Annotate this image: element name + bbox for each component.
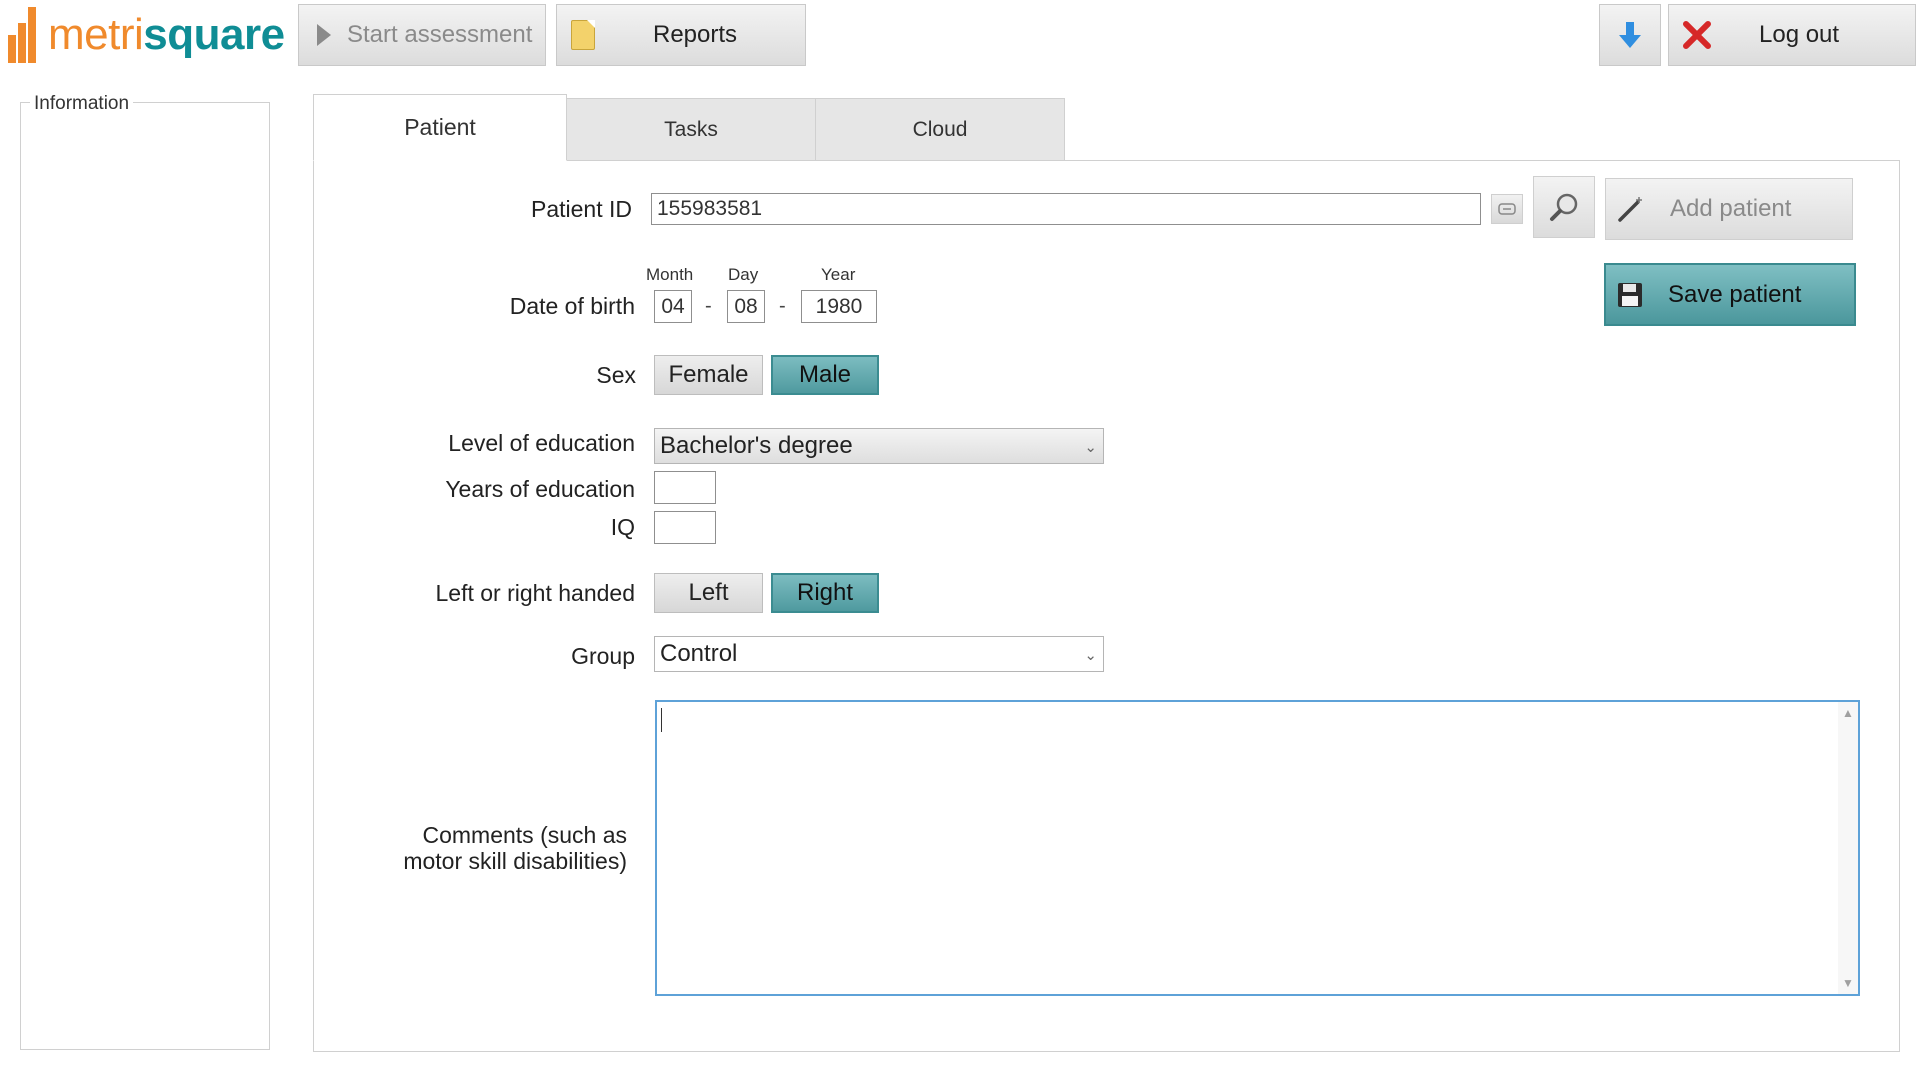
group-label: Group [571, 643, 635, 669]
search-icon [1550, 193, 1578, 221]
dob-separator: - [779, 295, 786, 317]
chevron-down-icon: ⌄ [1084, 647, 1097, 664]
dob-month-input[interactable] [654, 290, 692, 323]
content-top-border [1064, 160, 1900, 161]
handed-right-button[interactable]: Right [771, 573, 879, 613]
education-level-label: Level of education [448, 430, 635, 456]
document-icon [571, 20, 595, 50]
years-education-label: Years of education [445, 476, 635, 502]
tab-cloud[interactable]: Cloud [815, 98, 1065, 161]
close-x-icon [1683, 21, 1711, 49]
dob-day-input[interactable] [727, 290, 765, 323]
floppy-disk-icon [1618, 282, 1642, 307]
logout-button[interactable]: Log out [1668, 4, 1916, 66]
dob-day-label: Day [728, 265, 759, 284]
dob-year-input[interactable] [801, 290, 877, 323]
magic-wand-icon [1618, 197, 1642, 222]
start-assessment-button[interactable]: Start assessment [298, 4, 546, 66]
education-level-select[interactable]: Bachelor's degree ⌄ [654, 428, 1104, 464]
reports-button[interactable]: Reports [556, 4, 806, 66]
id-card-button[interactable] [1491, 194, 1523, 224]
information-panel [20, 102, 270, 1050]
iq-input[interactable] [654, 511, 716, 544]
scroll-up-icon[interactable]: ▲ [1842, 706, 1854, 720]
logo-bars-icon [8, 7, 42, 63]
information-label: Information [30, 93, 134, 115]
sex-label: Sex [596, 362, 636, 388]
download-arrow-icon [1619, 22, 1641, 48]
app-logo: metrisquare [8, 6, 285, 64]
logo-wordmark: metrisquare [48, 10, 285, 59]
handed-left-button[interactable]: Left [654, 573, 763, 613]
text-caret [661, 708, 662, 732]
group-select[interactable]: Control ⌄ [654, 636, 1104, 672]
handedness-label: Left or right handed [435, 580, 635, 606]
dob-year-label: Year [821, 265, 856, 284]
sex-male-button[interactable]: Male [771, 355, 879, 395]
id-card-icon [1498, 203, 1516, 215]
search-patient-button[interactable] [1533, 176, 1595, 238]
dob-label: Date of birth [509, 293, 635, 319]
scroll-down-icon[interactable]: ▼ [1842, 976, 1854, 990]
tab-patient[interactable]: Patient [313, 94, 567, 161]
play-icon [317, 24, 331, 46]
comments-textarea[interactable]: ▲ ▼ [655, 700, 1860, 996]
add-patient-button[interactable]: Add patient [1605, 178, 1853, 240]
comments-label: Comments (such as motor skill disabiliti… [403, 822, 627, 874]
download-button[interactable] [1599, 4, 1661, 66]
dob-separator: - [705, 295, 712, 317]
years-education-input[interactable] [654, 471, 716, 504]
tab-tasks[interactable]: Tasks [566, 98, 816, 161]
comments-scrollbar[interactable]: ▲ ▼ [1838, 702, 1858, 994]
patient-id-input[interactable] [651, 193, 1481, 225]
save-patient-button[interactable]: Save patient [1604, 263, 1856, 326]
sex-female-button[interactable]: Female [654, 355, 763, 395]
chevron-down-icon: ⌄ [1084, 439, 1097, 456]
iq-label: IQ [610, 514, 635, 540]
dob-month-label: Month [646, 265, 694, 284]
patient-id-label: Patient ID [531, 196, 632, 222]
